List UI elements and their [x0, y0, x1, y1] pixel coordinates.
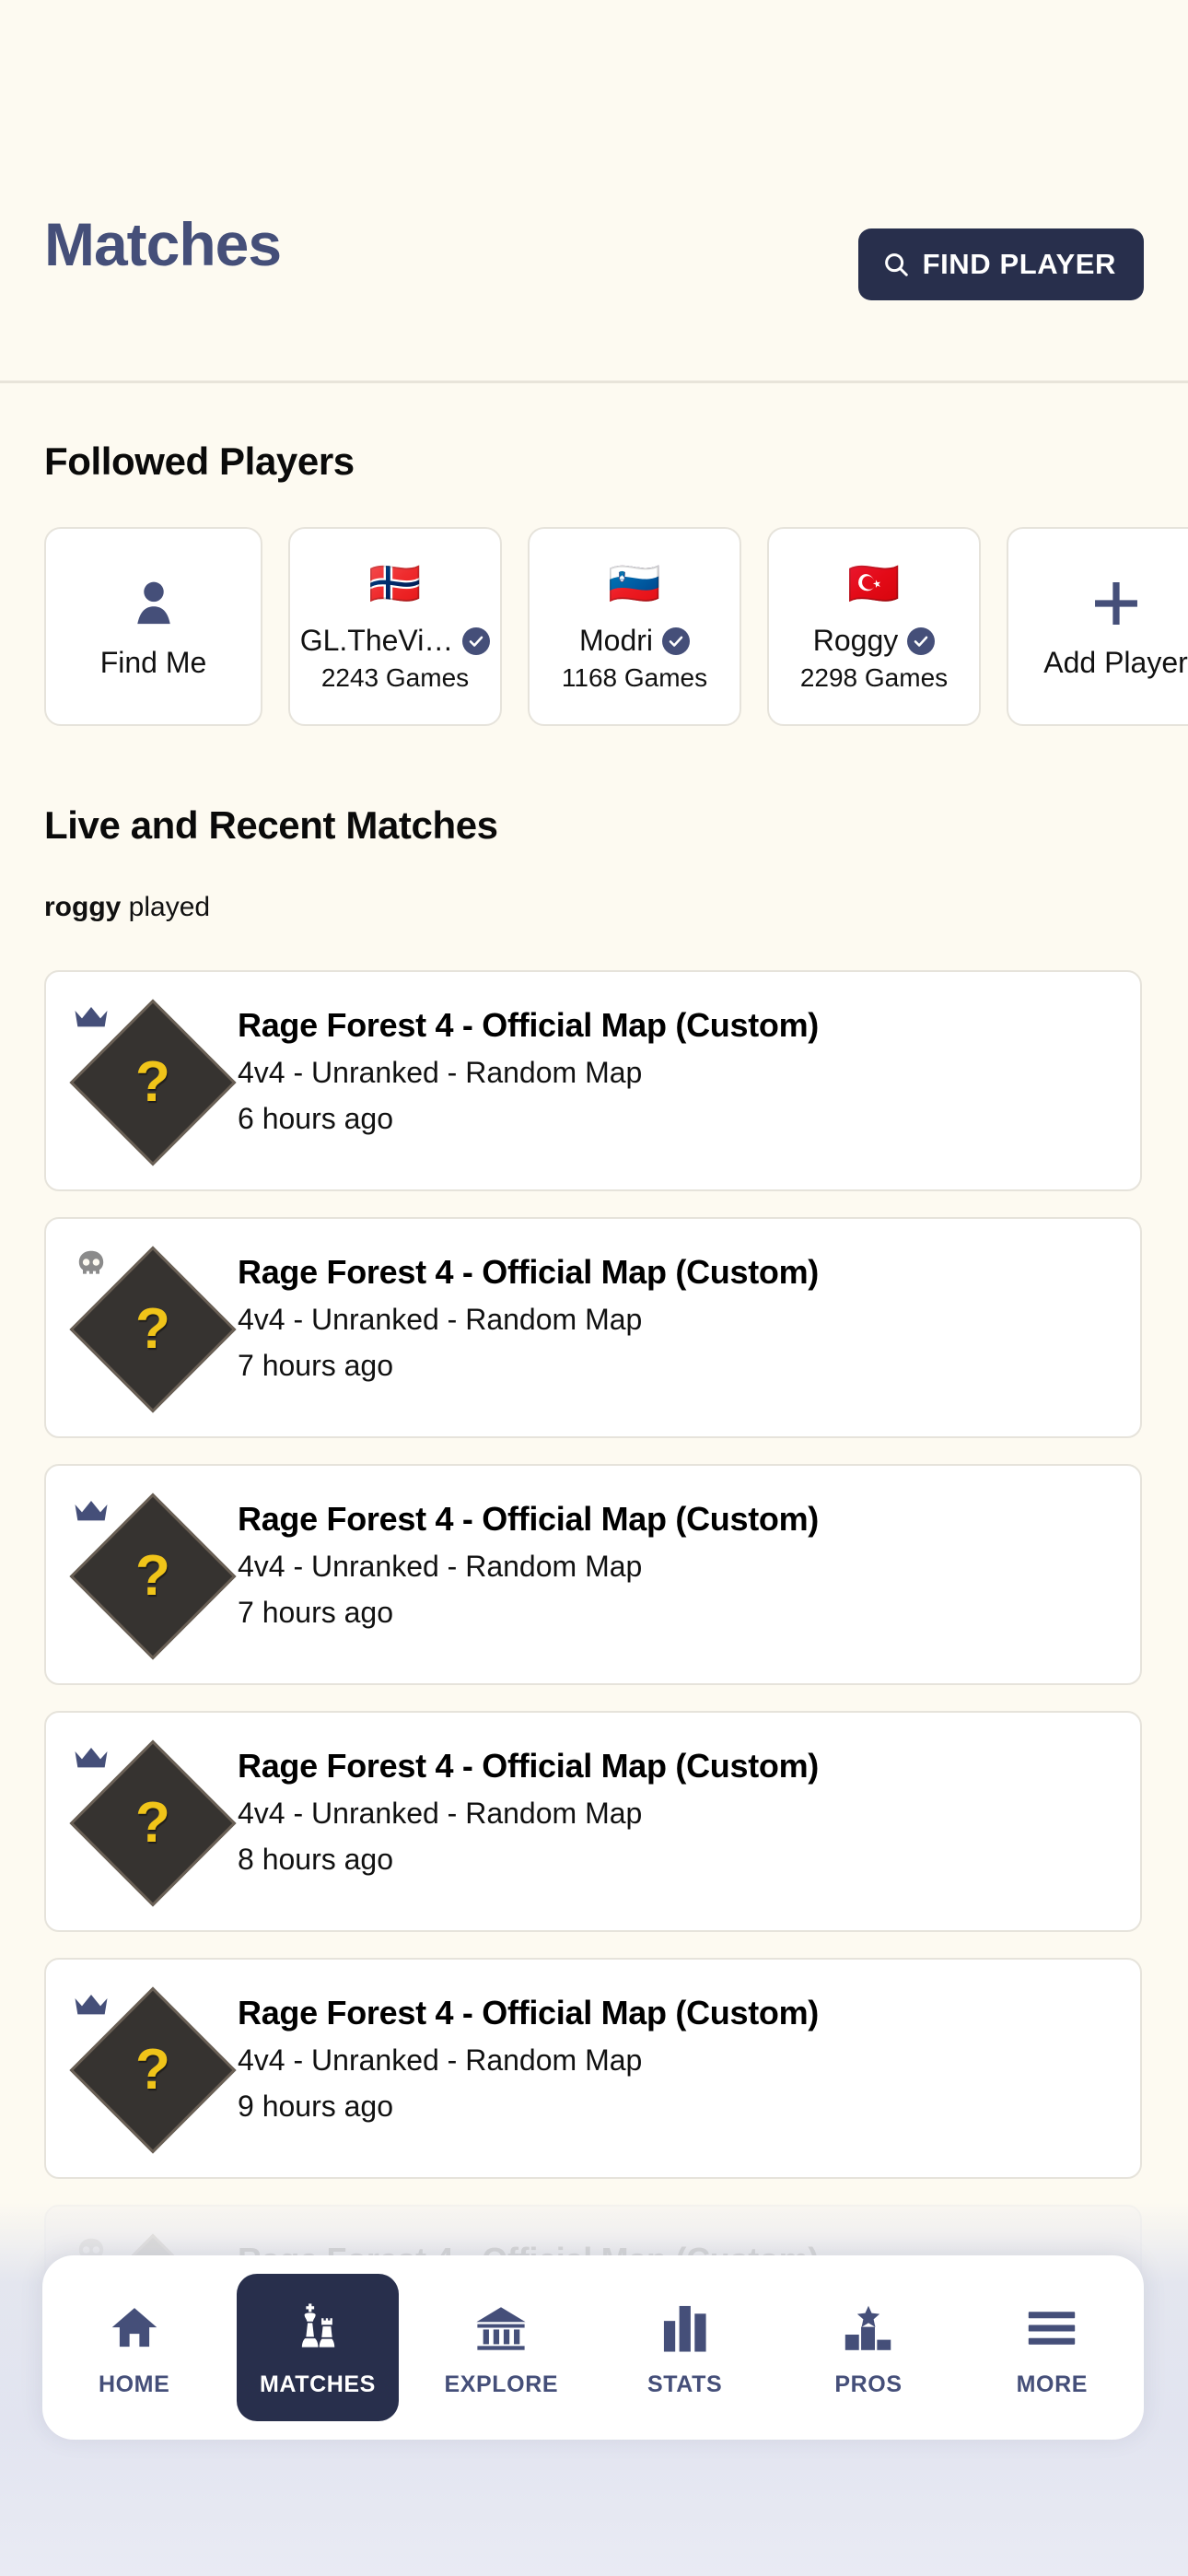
live-matches-heading: Live and Recent Matches [44, 806, 498, 845]
match-thumbnail: ? [70, 1245, 236, 1414]
nav-item-matches[interactable]: MATCHES [237, 2274, 399, 2421]
nav-label: HOME [99, 2373, 169, 2396]
page-title: Matches [44, 214, 281, 275]
nav-label: PROS [834, 2373, 902, 2396]
player-name: Modri [579, 625, 653, 657]
skull-icon [70, 1247, 112, 1283]
match-card[interactable]: ? Rage Forest 4 - Official Map (Custom) … [44, 1217, 1142, 1438]
bank-icon [474, 2300, 528, 2357]
person-icon [128, 577, 180, 635]
match-subtitle: 4v4 - Unranked - Random Map [238, 1551, 1122, 1583]
find-player-label: FIND PLAYER [923, 248, 1116, 281]
match-title: Rage Forest 4 - Official Map (Custom) [238, 1995, 1122, 2032]
player-card-find-me[interactable]: Find Me [44, 527, 262, 726]
podium-star-icon [843, 2300, 894, 2357]
player-card-0[interactable]: 🇳🇴 GL.TheVi… 2243 Games [288, 527, 502, 726]
player-games-count: 2298 Games [800, 665, 948, 691]
nav-item-home[interactable]: HOME [53, 2274, 215, 2421]
chess-icon [290, 2300, 345, 2357]
player-card-2[interactable]: 🇹🇷 Roggy 2298 Games [767, 527, 981, 726]
match-time: 7 hours ago [238, 1597, 1122, 1629]
question-mark-glyph: ? [135, 2042, 170, 2099]
question-mark-glyph: ? [135, 1054, 170, 1111]
nav-label: MATCHES [260, 2373, 376, 2396]
player-card-add-player[interactable]: Add Player [1007, 527, 1188, 726]
flag-icon: 🇹🇷 [847, 562, 900, 604]
verified-badge-icon [462, 627, 490, 655]
find-me-label: Find Me [100, 648, 207, 677]
hamburger-icon [1026, 2300, 1077, 2357]
match-subtitle: 4v4 - Unranked - Random Map [238, 1057, 1122, 1089]
nav-label: MORE [1017, 2373, 1088, 2396]
crown-icon [70, 1000, 112, 1036]
played-suffix: played [121, 892, 210, 922]
match-card[interactable]: ? Rage Forest 4 - Official Map (Custom) … [44, 1958, 1142, 2179]
plus-icon [1089, 577, 1143, 635]
match-thumbnail: ? [70, 998, 236, 1167]
followed-players-strip[interactable]: Find Me 🇳🇴 GL.TheVi… 2243 Games 🇸🇮 Modri… [44, 527, 1188, 726]
match-card[interactable]: ? Rage Forest 4 - Official Map (Custom) … [44, 1711, 1142, 1932]
match-thumbnail: ? [70, 1492, 236, 1661]
played-by-line: roggy played [44, 894, 210, 921]
question-mark-glyph: ? [135, 1795, 170, 1852]
player-card-1[interactable]: 🇸🇮 Modri 1168 Games [528, 527, 741, 726]
match-time: 7 hours ago [238, 1350, 1122, 1382]
flag-icon: 🇸🇮 [608, 562, 660, 604]
search-icon [882, 251, 910, 278]
question-mark-glyph: ? [135, 1548, 170, 1605]
match-thumbnail: ? [70, 1739, 236, 1908]
player-games-count: 1168 Games [562, 665, 707, 691]
app-header: Matches FIND PLAYER [0, 0, 1188, 383]
nav-label: STATS [647, 2373, 722, 2396]
home-icon [108, 2300, 161, 2357]
player-games-count: 2243 Games [321, 665, 469, 691]
followed-players-heading: Followed Players [44, 442, 355, 481]
crown-icon [70, 1987, 112, 2024]
nav-item-more[interactable]: MORE [971, 2274, 1133, 2421]
match-subtitle: 4v4 - Unranked - Random Map [238, 1304, 1122, 1336]
match-time: 6 hours ago [238, 1103, 1122, 1135]
match-time: 8 hours ago [238, 1844, 1122, 1876]
player-name: Roggy [813, 625, 899, 657]
match-subtitle: 4v4 - Unranked - Random Map [238, 2044, 1122, 2077]
match-title: Rage Forest 4 - Official Map (Custom) [238, 1501, 1122, 1538]
nav-label: EXPLORE [444, 2373, 558, 2396]
nav-item-explore[interactable]: EXPLORE [420, 2274, 582, 2421]
match-card[interactable]: ? Rage Forest 4 - Official Map (Custom) … [44, 1464, 1142, 1685]
played-by-player: roggy [44, 892, 121, 922]
match-title: Rage Forest 4 - Official Map (Custom) [238, 1254, 1122, 1291]
verified-badge-icon [907, 627, 935, 655]
match-card[interactable]: ? Rage Forest 4 - Official Map (Custom) … [44, 970, 1142, 1191]
crown-icon [70, 1493, 112, 1530]
match-title: Rage Forest 4 - Official Map (Custom) [238, 1007, 1122, 1044]
nav-item-stats[interactable]: STATS [604, 2274, 766, 2421]
add-player-label: Add Player [1043, 648, 1188, 677]
verified-badge-icon [662, 627, 690, 655]
match-subtitle: 4v4 - Unranked - Random Map [238, 1797, 1122, 1830]
bottom-navigation-bar: HOME MATCHES [42, 2255, 1144, 2440]
crown-icon [70, 1740, 112, 1777]
match-list: ? Rage Forest 4 - Official Map (Custom) … [44, 970, 1142, 2452]
match-title: Rage Forest 4 - Official Map (Custom) [238, 1748, 1122, 1785]
bar-chart-icon [662, 2300, 708, 2357]
question-mark-glyph: ? [135, 1301, 170, 1358]
match-thumbnail: ? [70, 1985, 236, 2155]
nav-item-pros[interactable]: PROS [787, 2274, 949, 2421]
match-time: 9 hours ago [238, 2090, 1122, 2123]
player-name: GL.TheVi… [300, 625, 454, 657]
flag-icon: 🇳🇴 [368, 562, 421, 604]
find-player-button[interactable]: FIND PLAYER [858, 228, 1144, 300]
